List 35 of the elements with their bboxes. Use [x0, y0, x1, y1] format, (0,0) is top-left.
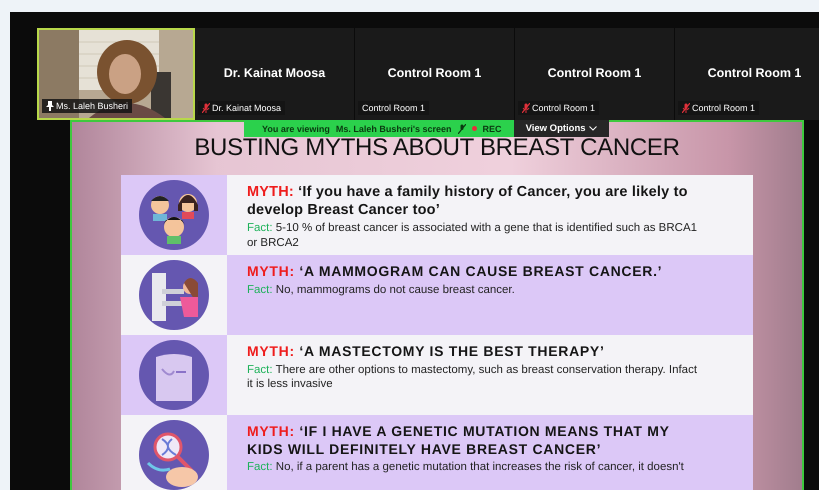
mammogram-icon: [138, 259, 210, 331]
participant-tile[interactable]: Dr. Kainat Moosa Dr. Kainat Moosa: [195, 28, 355, 120]
muted-mic-icon: [202, 103, 210, 113]
participant-name: Control Room 1: [546, 66, 642, 80]
family-icon: [138, 179, 210, 251]
name-label: Control Room 1: [518, 101, 600, 115]
presenter-name: Ms. Laleh Busheri's screen: [336, 124, 452, 134]
muted-mic-icon: [682, 103, 690, 113]
myth-text: MYTH: ‘If you have a family history of Cancer, you are likely to develop Breast Cancer too’: [247, 183, 689, 220]
participant-name: Dr. Kainat Moosa: [222, 66, 326, 80]
participant-tile[interactable]: Ms. Laleh Busheri: [37, 28, 195, 120]
name-label: Dr. Kainat Moosa: [198, 101, 286, 115]
chevron-down-icon: [588, 126, 597, 131]
fact-text: Fact: There are other options to mastectomy, such as breast conservation therapy. Infact it is less invasive: [247, 362, 698, 392]
fact-text: Fact: No, mammograms do not cause breast cancer.: [247, 282, 516, 298]
name-label: Ms. Laleh Busheri: [42, 99, 132, 113]
slide-title: BUSTING MYTHS ABOUT BREAST CANCER: [194, 134, 680, 162]
participant-tile[interactable]: Control Room 1 Control Room 1: [355, 28, 515, 120]
pin-icon: [46, 101, 54, 111]
muted-mic-icon: [522, 103, 530, 113]
viewing-label: You are viewing: [262, 124, 330, 134]
view-options-button[interactable]: View Options: [514, 120, 609, 137]
muted-mic-icon: [458, 124, 466, 134]
myth-text: MYTH: ‘A MAMMOGRAM CAN CAUSE BREAST CANCER.’: [247, 263, 664, 280]
participant-tile[interactable]: Control Room 1 Control Room 1: [675, 28, 819, 120]
fact-text: Fact: No, if a parent has a genetic mutation that increases the risk of cancer, it doesn't: [247, 460, 685, 475]
participant-tile[interactable]: Control Room 1 Control Room 1: [515, 28, 675, 120]
fact-text: Fact: 5-10 % of breast cancer is associated with a gene that is identified such as BRCA1 or BRCA2: [247, 221, 698, 252]
participant-name: Control Room 1: [386, 66, 482, 80]
myth-text: MYTH: ‘A MASTECTOMY IS THE BEST THERAPY’: [247, 343, 606, 360]
name-label: Control Room 1: [358, 101, 430, 115]
name-label: Control Room 1: [678, 101, 760, 115]
myth-text: MYTH: ‘IF I HAVE A GENETIC MUTATION MEANS THAT MY KIDS WILL DEFINITELY HAVE BREAST CANCER’: [247, 423, 670, 458]
rec-label: REC: [482, 124, 502, 134]
participant-name: Control Room 1: [706, 66, 802, 80]
